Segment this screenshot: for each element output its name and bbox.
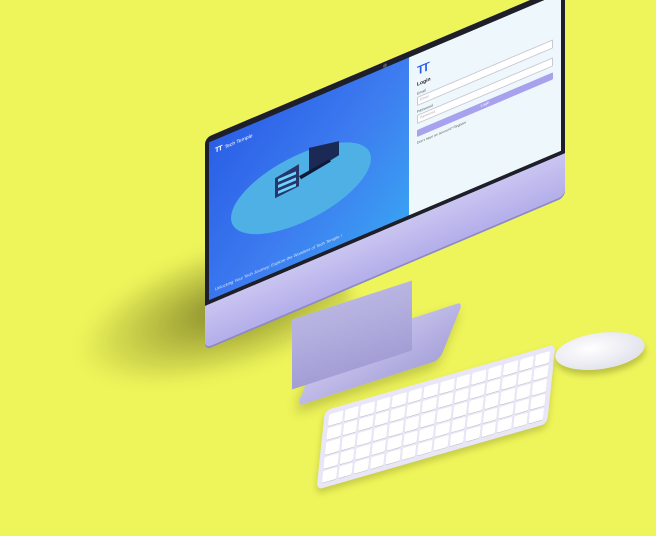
keyboard-key: [385, 448, 401, 465]
keyboard-key: [321, 466, 338, 484]
keyboard-key: [337, 462, 354, 479]
keyboard-key: [404, 415, 420, 432]
keyboard-key: [372, 424, 388, 441]
keyboard-key: [417, 439, 433, 456]
brand-logo-icon: TT: [215, 144, 222, 155]
keyboard-key: [531, 379, 548, 396]
keyboard-key: [452, 402, 468, 419]
keyboard-key: [402, 429, 419, 447]
keyboard-key: [515, 383, 532, 400]
keyboard-key: [353, 457, 369, 474]
keyboard-key: [465, 425, 481, 442]
brand-name: Tech Temple: [224, 132, 253, 151]
keyboard-key: [433, 435, 449, 452]
keyboard-key: [497, 416, 513, 433]
keyboard-key: [528, 407, 545, 424]
keyboard-key: [512, 412, 529, 429]
keyboard-key: [420, 411, 436, 428]
keyboard-key: [369, 453, 385, 470]
keyboard-key: [484, 392, 500, 410]
keyboard-key: [340, 434, 357, 451]
keyboard-key: [449, 430, 465, 447]
mouse: [552, 326, 648, 376]
keyboard-key: [401, 444, 417, 461]
keyboard-key: [481, 421, 497, 438]
keyboard-key: [514, 398, 530, 415]
brand[interactable]: TT Tech Temple: [215, 132, 253, 155]
